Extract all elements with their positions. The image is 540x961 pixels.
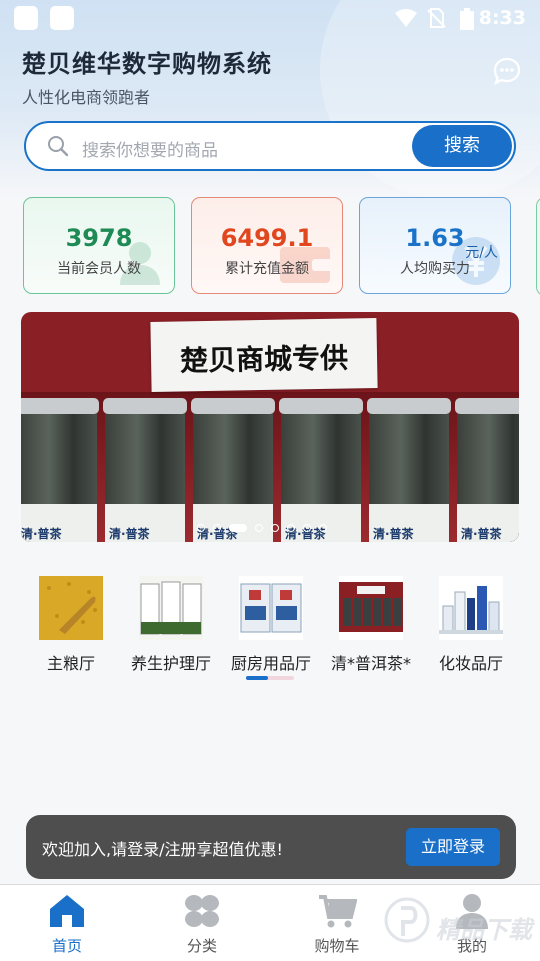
tea-jar-image: 清·普茶: [21, 398, 99, 542]
tab-label: 首页: [51, 937, 82, 955]
clock: 8:33: [478, 7, 526, 29]
carousel-dot[interactable]: [287, 524, 295, 532]
carousel-dot[interactable]: [197, 524, 205, 532]
cosmetics-image: [439, 576, 503, 640]
status-bar: 8:33: [0, 0, 540, 36]
category-label: 厨房用品厅: [230, 654, 311, 673]
search-bar[interactable]: 搜索你想要的商品 搜索: [24, 121, 516, 171]
home-icon: [50, 895, 84, 927]
stat-card-spending: 1.63 元/人 人均购买力: [359, 197, 511, 294]
stat-label: 人均购买力: [400, 261, 470, 277]
category-grain[interactable]: 主粮厅: [21, 576, 121, 674]
tea-jar-image: 清·普茶: [103, 398, 187, 542]
category-grid-icon: [185, 895, 219, 927]
carousel-dot[interactable]: [303, 524, 311, 532]
tab-label: 购物车: [314, 937, 360, 955]
banner-sign-text: 楚贝商城专供: [179, 341, 349, 378]
chat-icon[interactable]: [492, 56, 522, 86]
tab-category[interactable]: 分类: [152, 893, 252, 956]
stat-value: 3978: [65, 224, 133, 252]
tab-cart[interactable]: 购物车: [287, 893, 387, 956]
carousel-dot[interactable]: [255, 524, 263, 532]
search-icon: [48, 136, 69, 157]
page-subtitle: 人性化电商领跑者: [22, 88, 151, 107]
battery-icon: [460, 8, 474, 30]
stat-label: 当前会员人数: [57, 261, 141, 277]
category-label: 清*普洱茶*: [330, 654, 411, 673]
stat-label: 累计充值金额: [225, 261, 309, 277]
cart-icon: [319, 895, 358, 928]
tab-home[interactable]: 首页: [17, 893, 117, 956]
stat-card-partial: [536, 197, 540, 296]
toast-message: 欢迎加入,请登录/注册享超值优惠!: [42, 840, 283, 859]
stat-card-recharge: 6499.1 累计充值金额: [191, 197, 343, 294]
carousel-dot[interactable]: [229, 524, 247, 532]
banner-sign: 楚贝商城专供: [150, 318, 378, 392]
category-label: 化妆品厅: [438, 654, 503, 673]
login-toast: 欢迎加入,请登录/注册享超值优惠! 立即登录: [26, 815, 516, 879]
health-products-image: [139, 576, 203, 640]
tea-jar-image: 清·普茶: [367, 398, 451, 542]
category-label: 主粮厅: [46, 654, 95, 673]
notification-icon: [50, 6, 74, 30]
search-button[interactable]: 搜索: [412, 125, 512, 167]
kitchen-products-image: [239, 576, 303, 640]
category-health-care[interactable]: 养生护理厅: [121, 576, 221, 674]
watermark-logo-icon: [384, 897, 430, 943]
tea-jar-image: 清·普茶: [455, 398, 519, 542]
search-input[interactable]: 搜索你想要的商品: [82, 136, 218, 161]
site-watermark: 精品下载: [384, 892, 534, 952]
tab-label: 分类: [186, 937, 217, 955]
carousel-indicator[interactable]: [193, 517, 331, 532]
promo-banner[interactable]: 楚贝商城专供 清·普茶 清·普茶 清·普茶 清·普茶 清·普茶 清·普茶: [21, 312, 519, 542]
carousel-dot[interactable]: [213, 524, 221, 532]
watermark-text: 精品下载: [436, 916, 532, 944]
wifi-icon: [395, 9, 417, 27]
grain-image: [39, 576, 103, 640]
page-title: 楚贝维华数字购物系统: [22, 50, 272, 78]
category-puer-tea[interactable]: 清*普洱茶*: [321, 576, 421, 674]
carousel-dot[interactable]: [271, 524, 279, 532]
carousel-dot[interactable]: [319, 524, 327, 532]
category-cosmetics[interactable]: 化妆品厅: [421, 576, 521, 674]
notification-icon: [14, 6, 38, 30]
stat-value: 6499.1: [220, 224, 314, 252]
stat-card-members: 3978 当前会员人数: [23, 197, 175, 294]
login-button[interactable]: 立即登录: [406, 828, 500, 866]
category-scroll-indicator: [246, 676, 294, 680]
category-kitchen[interactable]: 厨房用品厅: [221, 576, 321, 674]
category-label: 养生护理厅: [130, 654, 211, 673]
no-sim-icon: [427, 8, 446, 28]
tea-set-image: [339, 576, 403, 640]
